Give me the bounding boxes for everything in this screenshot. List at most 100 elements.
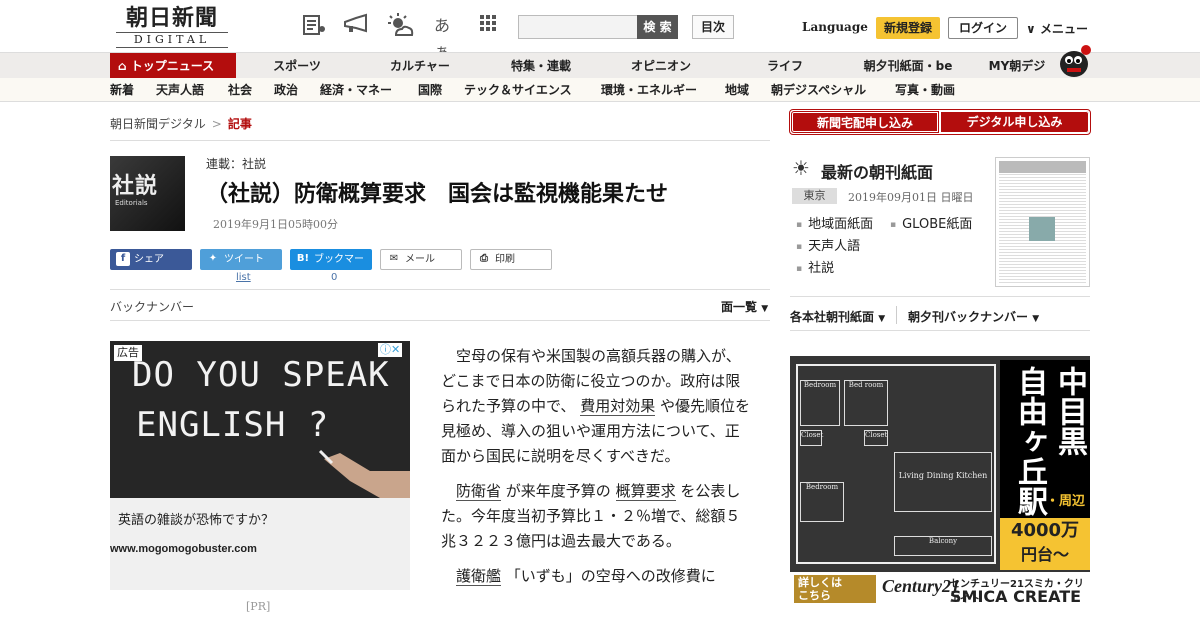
room-label: Closet — [800, 430, 823, 446]
ad-label: 広告 — [114, 345, 142, 361]
keyword-link[interactable]: 護衛艦 — [456, 567, 502, 586]
tab-my-asahi[interactable]: MY朝デジ — [982, 53, 1052, 79]
link-regional-pages[interactable]: 地域面紙面 — [796, 213, 873, 232]
nav-society[interactable]: 社会 — [228, 78, 252, 102]
ad-headline: 中目黒 自由ヶ丘駅 ・周辺 — [1000, 360, 1090, 540]
keyword-link[interactable]: 費用対効果 — [580, 397, 656, 416]
divider — [896, 306, 897, 324]
pr-label: [PR] — [246, 600, 271, 613]
backnumber-dropdown[interactable]: 朝夕刊バックナンバー ▼ — [908, 308, 1039, 325]
ad-more-button[interactable]: 詳しくは こちら — [794, 575, 876, 603]
site-header: 朝日新聞 DIGITAL あぁ 検 索 目次 Language 新規登録 ログイ… — [0, 0, 1200, 61]
newspaper-thumbnail[interactable] — [995, 157, 1090, 287]
menu-label: メニュー — [1039, 22, 1088, 36]
hatena-count: 0 — [331, 272, 338, 283]
ad-image-line1: DO YOU SPEAK — [132, 355, 390, 395]
room-label: Bedroom — [800, 482, 844, 522]
tab-paper[interactable]: 朝夕刊紙面・be — [856, 53, 960, 79]
nav-new[interactable]: 新着 — [110, 78, 134, 102]
ad-area-1: 中目黒 — [1052, 366, 1087, 456]
hatena-bookmark-button[interactable]: B! ブックマーク — [290, 249, 372, 286]
nav-politics[interactable]: 政治 — [274, 78, 298, 102]
breadcrumb-separator: > — [211, 117, 222, 131]
twitter-share-button[interactable]: ✦ ツイート — [200, 249, 282, 270]
latest-edition-title[interactable]: 最新の朝刊紙面 — [821, 159, 933, 183]
link-tenseijingo[interactable]: 天声人語 — [796, 235, 860, 254]
link-globe-pages[interactable]: GLOBE紙面 — [890, 213, 972, 232]
tab-features[interactable]: 特集・連載 — [500, 53, 582, 79]
language-link[interactable]: Language — [802, 20, 868, 34]
facebook-share-label: シェア — [134, 254, 164, 265]
regional-editions-label: 各本社朝刊紙面 — [790, 310, 875, 324]
facebook-icon: f — [116, 252, 130, 266]
tab-sports[interactable]: スポーツ — [258, 53, 336, 79]
real-estate-ad[interactable]: Bedroom Bed room Closet Closet Living Di… — [790, 356, 1090, 606]
twitter-list-link[interactable]: list — [236, 272, 251, 283]
page-list-dropdown[interactable]: 面一覧 ▼ — [721, 298, 768, 315]
nav-environment[interactable]: 環境・エネルギー — [601, 78, 697, 102]
ad-text[interactable]: 英語の雑談が恐怖ですか？ — [118, 509, 274, 528]
menu-button[interactable]: ∨ メニュー — [1026, 20, 1088, 37]
caret-down-icon: ▼ — [878, 314, 886, 324]
link-editorial[interactable]: 社説 — [796, 257, 834, 276]
sun-icon: ☀ — [792, 156, 810, 180]
megaphone-icon[interactable] — [342, 13, 370, 39]
tab-opinion[interactable]: オピニオン — [620, 53, 702, 79]
register-button[interactable]: 新規登録 — [876, 17, 940, 39]
nav-tech-science[interactable]: テック＆サイエンス — [464, 78, 572, 102]
thumbnail-title: 社説 — [112, 173, 159, 199]
tab-culture[interactable]: カルチャー — [378, 53, 462, 79]
paragraph-text: が来年度予算の — [505, 482, 611, 500]
editorial-thumbnail[interactable]: 社説 Editorials — [110, 156, 185, 231]
font-size-icon[interactable]: あぁ — [428, 13, 456, 61]
regional-editions-dropdown[interactable]: 各本社朝刊紙面 ▼ — [790, 308, 885, 325]
subscribe-home-delivery-button[interactable]: 新聞宅配申し込み — [791, 111, 939, 133]
breadcrumb-home[interactable]: 朝日新聞デジタル — [110, 117, 206, 131]
keyword-link[interactable]: 概算要求 — [615, 482, 676, 501]
toc-button[interactable]: 目次 — [692, 15, 734, 39]
nav-photo-video[interactable]: 写真・動画 — [895, 78, 955, 102]
newspaper-icon[interactable] — [300, 13, 328, 39]
room-label: Closet — [864, 430, 888, 446]
login-button[interactable]: ログイン — [948, 17, 1018, 39]
hand-with-chalk — [318, 449, 410, 498]
home-icon: ⌂ — [118, 59, 127, 73]
mail-button[interactable]: ✉ メール — [380, 249, 462, 270]
mascot-icon[interactable] — [1056, 42, 1092, 78]
nav-region[interactable]: 地域 — [725, 78, 749, 102]
backnumber-link[interactable]: バックナンバー — [110, 298, 194, 315]
ad-choices-icon[interactable]: ⓘ✕ — [378, 343, 403, 357]
subscribe-digital-button[interactable]: デジタル申し込み — [940, 111, 1089, 133]
room-label: Living Dining Kitchen — [894, 452, 992, 512]
print-button[interactable]: ⎙ 印刷 — [470, 249, 552, 270]
twitter-icon: ✦ — [208, 253, 218, 264]
ad-url[interactable]: www.mogomogobuster.com — [110, 543, 257, 555]
facebook-share-button[interactable]: f シェア — [110, 249, 192, 270]
ad-price-suffix: 円台～ — [1020, 545, 1069, 564]
caret-down-icon: ▼ — [761, 304, 769, 314]
search-input[interactable] — [518, 15, 638, 39]
breadcrumb: 朝日新聞デジタル > 記事 — [110, 115, 252, 132]
keyword-link[interactable]: 防衛省 — [456, 482, 502, 501]
century21-logo: Century21 — [882, 576, 961, 596]
search-button[interactable]: 検 索 — [637, 15, 678, 39]
edition-badge: 東京 — [792, 188, 837, 204]
nav-tenseijingo[interactable]: 天声人語 — [156, 78, 204, 102]
article-body: 空母の保有や米国製の高額兵器の購入が、どこまで日本の防衛に役立つのか。政府は限ら… — [441, 344, 751, 599]
nav-special[interactable]: 朝デジスペシャル — [771, 78, 866, 102]
series-label[interactable]: 連載：社説 — [206, 155, 266, 172]
ad-image[interactable]: DO YOU SPEAK ENGLISH ? 広告 ⓘ✕ — [110, 341, 410, 498]
nav-economy[interactable]: 経済・マネー — [320, 78, 392, 102]
ad-area-2: 自由ヶ丘駅 — [1012, 366, 1047, 516]
weather-icon[interactable] — [386, 13, 414, 39]
room-label: Bed room — [844, 380, 888, 426]
grid-menu-icon[interactable] — [474, 13, 502, 39]
asahi-logo[interactable]: 朝日新聞 DIGITAL — [116, 6, 228, 48]
tab-life[interactable]: ライフ — [750, 53, 820, 79]
nav-international[interactable]: 国際 — [418, 78, 442, 102]
ad-banner[interactable]: DO YOU SPEAK ENGLISH ? 広告 ⓘ✕ 英語の雑談が恐怖ですか… — [110, 341, 410, 590]
tab-top-news[interactable]: ⌂ トップニュース — [110, 53, 236, 79]
hatena-icon: B! — [296, 253, 310, 264]
ad-area-suffix: ・周辺 — [1046, 494, 1086, 509]
edition-date: 2019年09月01日 日曜日 — [848, 191, 974, 204]
